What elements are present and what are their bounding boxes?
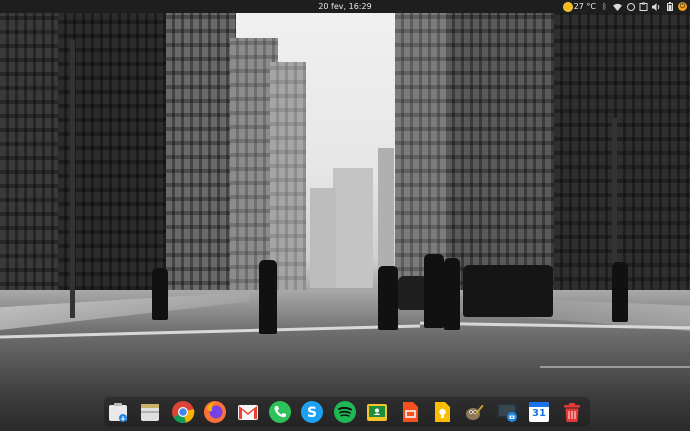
dock-item-classroom[interactable] xyxy=(365,400,389,424)
dock-item-keep[interactable] xyxy=(430,400,454,424)
trash-icon xyxy=(564,403,580,422)
building-right-2 xyxy=(446,10,556,295)
weather-indicator[interactable]: 27 °C xyxy=(563,0,596,13)
suv xyxy=(463,265,553,317)
dock-item-trash[interactable] xyxy=(560,400,584,424)
battery-icon[interactable] xyxy=(665,2,674,11)
dock-item-archive[interactable] xyxy=(138,400,162,424)
pedestrian xyxy=(424,254,444,328)
dock-item-firefox[interactable] xyxy=(203,400,227,424)
street-lamp-pole xyxy=(70,40,75,318)
weather-temperature: 27 °C xyxy=(573,2,596,11)
building-distant-2 xyxy=(310,188,336,288)
firefox-icon xyxy=(204,401,226,423)
dock-item-calendar[interactable]: 31 xyxy=(527,400,551,424)
pedestrian xyxy=(378,266,398,330)
dock-item-screenshot[interactable] xyxy=(495,400,519,424)
dock-item-files[interactable] xyxy=(106,400,130,424)
building-left-5 xyxy=(270,62,306,290)
bluetooth-icon[interactable]: ᛒ xyxy=(600,2,609,11)
dock-item-gimp[interactable] xyxy=(463,400,487,424)
building-distant-1 xyxy=(333,168,373,288)
building-right-3 xyxy=(554,10,690,305)
dock-item-phone[interactable] xyxy=(268,400,292,424)
keep-icon xyxy=(435,402,450,422)
screenshot-icon xyxy=(497,403,517,422)
building-left-1 xyxy=(0,10,60,310)
pedestrian xyxy=(444,258,460,330)
gimp-icon xyxy=(466,404,484,420)
desktop-wallpaper xyxy=(0,0,690,431)
lane-marking xyxy=(540,366,690,368)
archive-manager-icon xyxy=(141,404,159,421)
pedestrian xyxy=(259,260,277,334)
building-left-3 xyxy=(166,10,236,295)
dock-item-slides[interactable] xyxy=(398,400,422,424)
svg-text:S: S xyxy=(307,405,317,421)
google-classroom-icon xyxy=(367,404,387,421)
slides-icon xyxy=(403,402,418,422)
power-icon[interactable]: ⏻ xyxy=(678,2,687,11)
top-panel: 20 fev, 16:29 27 °C ᛒ ⏻ xyxy=(0,0,690,13)
whatsapp-tray-icon[interactable] xyxy=(626,2,635,11)
dock-item-gmail[interactable] xyxy=(236,400,260,424)
skype-icon: S xyxy=(301,401,323,423)
wifi-icon[interactable] xyxy=(613,2,622,11)
calendar-day-label: 31 xyxy=(532,408,546,419)
chrome-icon xyxy=(172,401,195,424)
weather-icon xyxy=(563,2,572,11)
volume-icon[interactable] xyxy=(652,2,661,11)
pedestrian xyxy=(152,268,168,320)
clipboard-icon[interactable] xyxy=(639,2,648,11)
dock-item-chrome[interactable] xyxy=(171,400,195,424)
pedestrian xyxy=(612,262,628,322)
phone-icon xyxy=(269,401,291,423)
dock-item-spotify[interactable] xyxy=(333,400,357,424)
building-right-1 xyxy=(395,10,450,295)
dock-item-skype[interactable]: S xyxy=(300,400,324,424)
file-manager-icon xyxy=(109,403,127,422)
spotify-icon xyxy=(334,401,356,423)
system-tray: 27 °C ᛒ ⏻ xyxy=(563,0,687,13)
gmail-icon xyxy=(238,405,258,420)
